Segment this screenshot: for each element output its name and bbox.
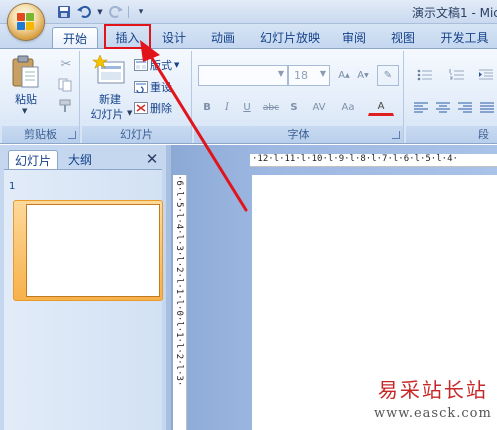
delete-label: 删除 bbox=[150, 102, 172, 115]
grow-font-icon[interactable]: A ▲ bbox=[335, 67, 353, 84]
reset-icon bbox=[134, 81, 148, 93]
delete-slide-button[interactable]: 删除 bbox=[134, 99, 172, 117]
group-label-font: 字体 bbox=[194, 126, 403, 143]
vertical-ruler-marks: ·6·l·5·l·4·l·3·l·2·l·1·l·0·l·1·l·2·l·3· bbox=[174, 175, 184, 387]
qat-divider bbox=[128, 6, 129, 18]
change-case-button[interactable]: Aa bbox=[336, 99, 360, 116]
align-right-icon[interactable] bbox=[456, 99, 474, 116]
office-logo-icon bbox=[17, 13, 35, 31]
strikethrough-button[interactable]: abc bbox=[260, 99, 282, 116]
font-size-combo[interactable]: 18 ▼ bbox=[288, 65, 330, 86]
chevron-down-icon[interactable]: ▼ bbox=[22, 107, 27, 115]
new-slide-label-line1[interactable]: 新建 bbox=[90, 91, 130, 107]
layout-button[interactable]: 版式 ▼ bbox=[134, 56, 179, 74]
vertical-ruler: ·6·l·5·l·4·l·3·l·2·l·1·l·0·l·1·l·2·l·3· bbox=[173, 175, 187, 430]
layout-label: 版式 bbox=[150, 59, 172, 72]
slide-number: 1 bbox=[9, 181, 16, 192]
paste-button-label[interactable]: 粘贴 bbox=[8, 91, 44, 107]
align-center-icon[interactable] bbox=[434, 99, 452, 116]
slide-thumbnail-1[interactable] bbox=[26, 204, 160, 297]
ribbon: 粘贴 ▼ ✂ 剪贴板 新建 幻灯片 ▼ 版式 ▼ 重设 删除 幻灯片 ▼ 18 … bbox=[0, 48, 497, 158]
quick-access-toolbar: ▼ ▾ bbox=[56, 4, 149, 20]
tab-view[interactable]: 视图 bbox=[382, 27, 424, 48]
group-label-slides: 幻灯片 bbox=[82, 126, 191, 143]
delete-icon bbox=[134, 102, 148, 114]
close-icon[interactable]: ✕ bbox=[144, 151, 160, 167]
tab-home[interactable]: 开始 bbox=[52, 27, 98, 49]
tab-slideshow[interactable]: 幻灯片放映 bbox=[252, 27, 328, 48]
save-icon[interactable] bbox=[56, 4, 72, 20]
layout-icon bbox=[134, 59, 148, 71]
paste-icon[interactable] bbox=[10, 55, 40, 89]
new-slide-label-line2[interactable]: 幻灯片 bbox=[84, 106, 130, 122]
bold-button[interactable]: B bbox=[198, 99, 216, 116]
group-slides: 新建 幻灯片 ▼ 版式 ▼ 重设 删除 幻灯片 bbox=[82, 51, 192, 143]
justify-icon[interactable] bbox=[478, 99, 496, 116]
slides-pane: 幻灯片 大纲 ✕ 1 bbox=[0, 145, 166, 430]
chevron-down-icon: ▼ bbox=[319, 69, 326, 78]
new-slide-icon[interactable] bbox=[92, 54, 126, 87]
tab-review[interactable]: 审阅 bbox=[334, 27, 374, 48]
tab-design[interactable]: 设计 bbox=[152, 27, 196, 48]
font-size-value: 18 bbox=[294, 69, 308, 82]
dialog-launcher-icon[interactable] bbox=[392, 131, 400, 139]
chevron-down-icon[interactable]: ▼ bbox=[127, 109, 132, 117]
tab-insert[interactable]: 插入 bbox=[104, 27, 151, 48]
watermark: 易采站长站 www.easck.com bbox=[374, 374, 492, 421]
chevron-down-icon: ▼ bbox=[277, 69, 284, 78]
ribbon-tab-row: 开始 插入 设计 动画 幻灯片放映 审阅 视图 开发工具 bbox=[0, 24, 497, 49]
thumbnail-list bbox=[4, 169, 163, 430]
office-button[interactable] bbox=[8, 4, 44, 40]
font-color-button[interactable]: A bbox=[368, 99, 394, 116]
tab-animation[interactable]: 动画 bbox=[200, 27, 246, 48]
char-spacing-button[interactable]: AV bbox=[307, 99, 331, 116]
group-clipboard: 粘贴 ▼ ✂ 剪贴板 bbox=[2, 51, 80, 143]
chevron-down-icon[interactable]: ▼ bbox=[96, 4, 104, 20]
tab-slides-pane[interactable]: 幻灯片 bbox=[8, 150, 58, 169]
undo-icon[interactable] bbox=[76, 4, 92, 20]
title-bar: ▼ ▾ 演示文稿1 - Mic bbox=[0, 0, 497, 24]
font-name-combo[interactable]: ▼ bbox=[198, 65, 288, 86]
chevron-down-icon: ▼ bbox=[174, 61, 180, 69]
text-shadow-button[interactable]: S bbox=[285, 99, 303, 116]
customize-icon[interactable]: ▾ bbox=[133, 4, 149, 20]
redo-icon[interactable] bbox=[108, 4, 124, 20]
bullets-icon[interactable] bbox=[412, 66, 438, 83]
window-title: 演示文稿1 - Mic bbox=[412, 6, 497, 20]
numbering-icon[interactable] bbox=[444, 66, 470, 83]
underline-button[interactable]: U bbox=[238, 99, 256, 116]
group-paragraph: 段落 bbox=[406, 51, 497, 158]
watermark-url: www.easck.com bbox=[374, 406, 492, 421]
group-label-paragraph: 段落 bbox=[406, 126, 497, 158]
copy-icon[interactable] bbox=[58, 78, 74, 94]
group-font: ▼ 18 ▼ A ▲ A ▼ ✎ B I U abc S AV Aa A 字体 bbox=[194, 51, 404, 143]
cut-icon[interactable]: ✂ bbox=[58, 57, 74, 73]
indent-icon[interactable] bbox=[476, 66, 496, 83]
italic-button[interactable]: I bbox=[218, 99, 236, 116]
reset-label: 重设 bbox=[150, 81, 172, 94]
tab-developer[interactable]: 开发工具 bbox=[432, 27, 497, 48]
reset-button[interactable]: 重设 bbox=[134, 78, 172, 96]
tab-outline-pane[interactable]: 大纲 bbox=[60, 150, 100, 169]
align-left-icon[interactable] bbox=[412, 99, 430, 116]
horizontal-ruler: ·12·l·11·l·10·l·9·l·8·l·7·l·6·l·5·l·4· bbox=[250, 154, 497, 167]
watermark-title: 易采站长站 bbox=[377, 378, 488, 402]
format-painter-icon[interactable] bbox=[58, 99, 74, 115]
clear-format-icon[interactable]: ✎ bbox=[377, 65, 399, 86]
dialog-launcher-icon[interactable] bbox=[68, 131, 76, 139]
shrink-font-icon[interactable]: A ▼ bbox=[354, 67, 372, 84]
horizontal-ruler-marks: ·12·l·11·l·10·l·9·l·8·l·7·l·6·l·5·l·4· bbox=[252, 154, 458, 164]
